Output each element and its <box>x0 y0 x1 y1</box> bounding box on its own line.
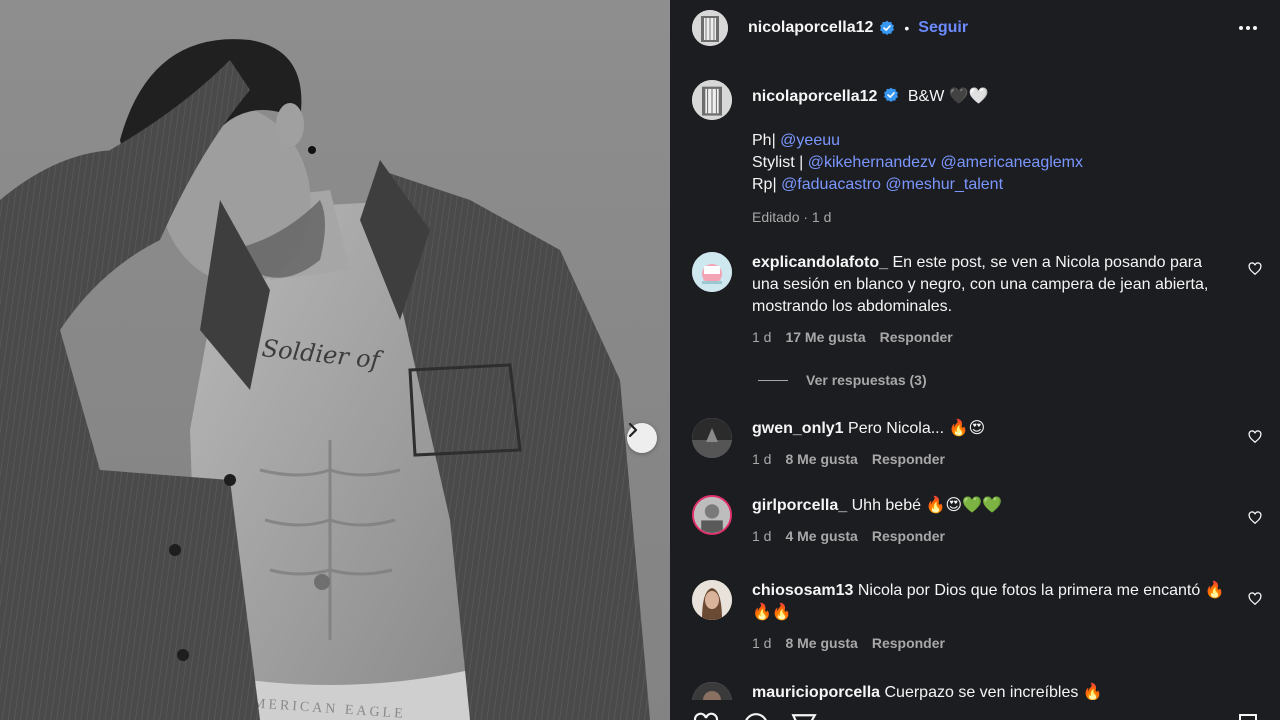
post-header: nicolaporcella12 • Seguir <box>670 0 1280 56</box>
next-photo-button[interactable] <box>627 423 657 453</box>
post-photo: Soldier of AMERICAN EAGLE <box>0 0 670 720</box>
comment: chiososam13 Nicola por Dios que fotos la… <box>692 580 1262 654</box>
caption-line-ph: Ph| @yeeuu <box>752 130 1083 152</box>
bookmark-icon[interactable] <box>1236 712 1260 720</box>
comment: gwen_only1 Pero Nicola... 🔥😍 1 d 8 Me gus… <box>692 418 1262 470</box>
caption-author-avatar[interactable] <box>692 80 732 120</box>
caption-prefix: Stylist | <box>752 154 808 171</box>
caption-prefix: Ph| <box>752 132 781 149</box>
comment-text: Uhh bebé 🔥😍💚💚 <box>851 497 1002 514</box>
comment-likes[interactable]: 17 Me gusta <box>785 329 865 345</box>
comment-username[interactable]: chiososam13 <box>752 582 853 599</box>
verified-badge-icon <box>880 20 895 35</box>
comment-meta: 1 d 4 Me gusta Responder <box>752 525 1232 547</box>
comment-time: 1 d <box>752 329 772 345</box>
separator-dot: • <box>904 20 910 36</box>
caption-username[interactable]: nicolaporcella12 <box>752 88 877 105</box>
caption-title: B&W 🖤🤍 <box>907 88 989 105</box>
like-icon[interactable] <box>692 712 720 720</box>
comment-likes[interactable]: 8 Me gusta <box>785 635 857 651</box>
chevron-right-icon <box>628 423 638 437</box>
comment-time: 1 d <box>752 451 772 467</box>
view-replies-button[interactable]: Ver respuestas (3) <box>758 372 927 388</box>
more-options-icon[interactable] <box>1238 18 1258 38</box>
heart-icon[interactable] <box>1248 430 1262 444</box>
mention-link[interactable]: @kikehernandezv <box>808 154 936 171</box>
action-bar <box>670 700 1280 720</box>
comment-username[interactable]: explicandolafoto_ <box>752 254 888 271</box>
comment-text: Cuerpazo se ven increíbles 🔥 <box>884 684 1103 701</box>
comment-text: Pero Nicola... 🔥😍 <box>848 420 986 437</box>
view-replies-label: Ver respuestas (3) <box>806 372 927 388</box>
follow-button[interactable]: Seguir <box>918 19 968 37</box>
commenter-avatar[interactable] <box>692 418 732 458</box>
reply-button[interactable]: Responder <box>880 329 953 345</box>
commenter-avatar[interactable] <box>692 495 732 535</box>
author-username[interactable]: nicolaporcella12 <box>748 19 873 37</box>
mention-link[interactable]: @americaneaglemx <box>940 154 1083 171</box>
comment-likes[interactable]: 8 Me gusta <box>785 451 857 467</box>
commenter-avatar[interactable] <box>692 252 732 292</box>
comment-username[interactable]: girlporcella_ <box>752 497 847 514</box>
comment-username[interactable]: gwen_only1 <box>752 420 844 437</box>
heart-icon[interactable] <box>1248 511 1262 525</box>
reply-button[interactable]: Responder <box>872 528 945 544</box>
comment-icon[interactable] <box>742 712 770 720</box>
replies-divider <box>758 379 788 381</box>
author-avatar[interactable] <box>692 10 728 46</box>
caption-line-rp: Rp| @faduacastro @meshur_talent <box>752 174 1083 196</box>
mention-link[interactable]: @meshur_talent <box>885 176 1003 193</box>
verified-badge-icon <box>884 87 899 102</box>
heart-icon[interactable] <box>1248 262 1262 276</box>
share-icon[interactable] <box>790 712 818 720</box>
comment-meta: 1 d 8 Me gusta Responder <box>752 632 1232 654</box>
comment-username[interactable]: mauricioporcella <box>752 684 880 701</box>
caption-prefix: Rp| <box>752 176 782 193</box>
comment-time: 1 d <box>752 635 772 651</box>
comment-meta: 1 d 17 Me gusta Responder <box>752 326 1232 348</box>
comment-time: 1 d <box>752 528 772 544</box>
comment: girlporcella_ Uhh bebé 🔥😍💚💚 1 d 4 Me gust… <box>692 495 1262 547</box>
photo-illustration: Soldier of AMERICAN EAGLE <box>0 39 650 720</box>
comment-meta: 1 d 8 Me gusta Responder <box>752 448 1232 470</box>
caption-line-stylist: Stylist | @kikehernandezv @americaneagle… <box>752 152 1083 174</box>
post-caption: nicolaporcella12 B&W 🖤🤍 Ph| @yeeuu Styli… <box>692 80 1262 228</box>
heart-icon[interactable] <box>1248 592 1262 606</box>
mention-link[interactable]: @yeeuu <box>780 132 840 149</box>
reply-button[interactable]: Responder <box>872 635 945 651</box>
mention-link[interactable]: @faduacastro <box>781 176 881 193</box>
post-details-panel: nicolaporcella12 • Seguir nicolaporcella… <box>670 0 1280 720</box>
caption-edited: Editado · 1 d <box>752 209 832 225</box>
commenter-avatar[interactable] <box>692 580 732 620</box>
comment-likes[interactable]: 4 Me gusta <box>785 528 857 544</box>
reply-button[interactable]: Responder <box>872 451 945 467</box>
comment: explicandolafoto_ En este post, se ven a… <box>692 252 1262 348</box>
